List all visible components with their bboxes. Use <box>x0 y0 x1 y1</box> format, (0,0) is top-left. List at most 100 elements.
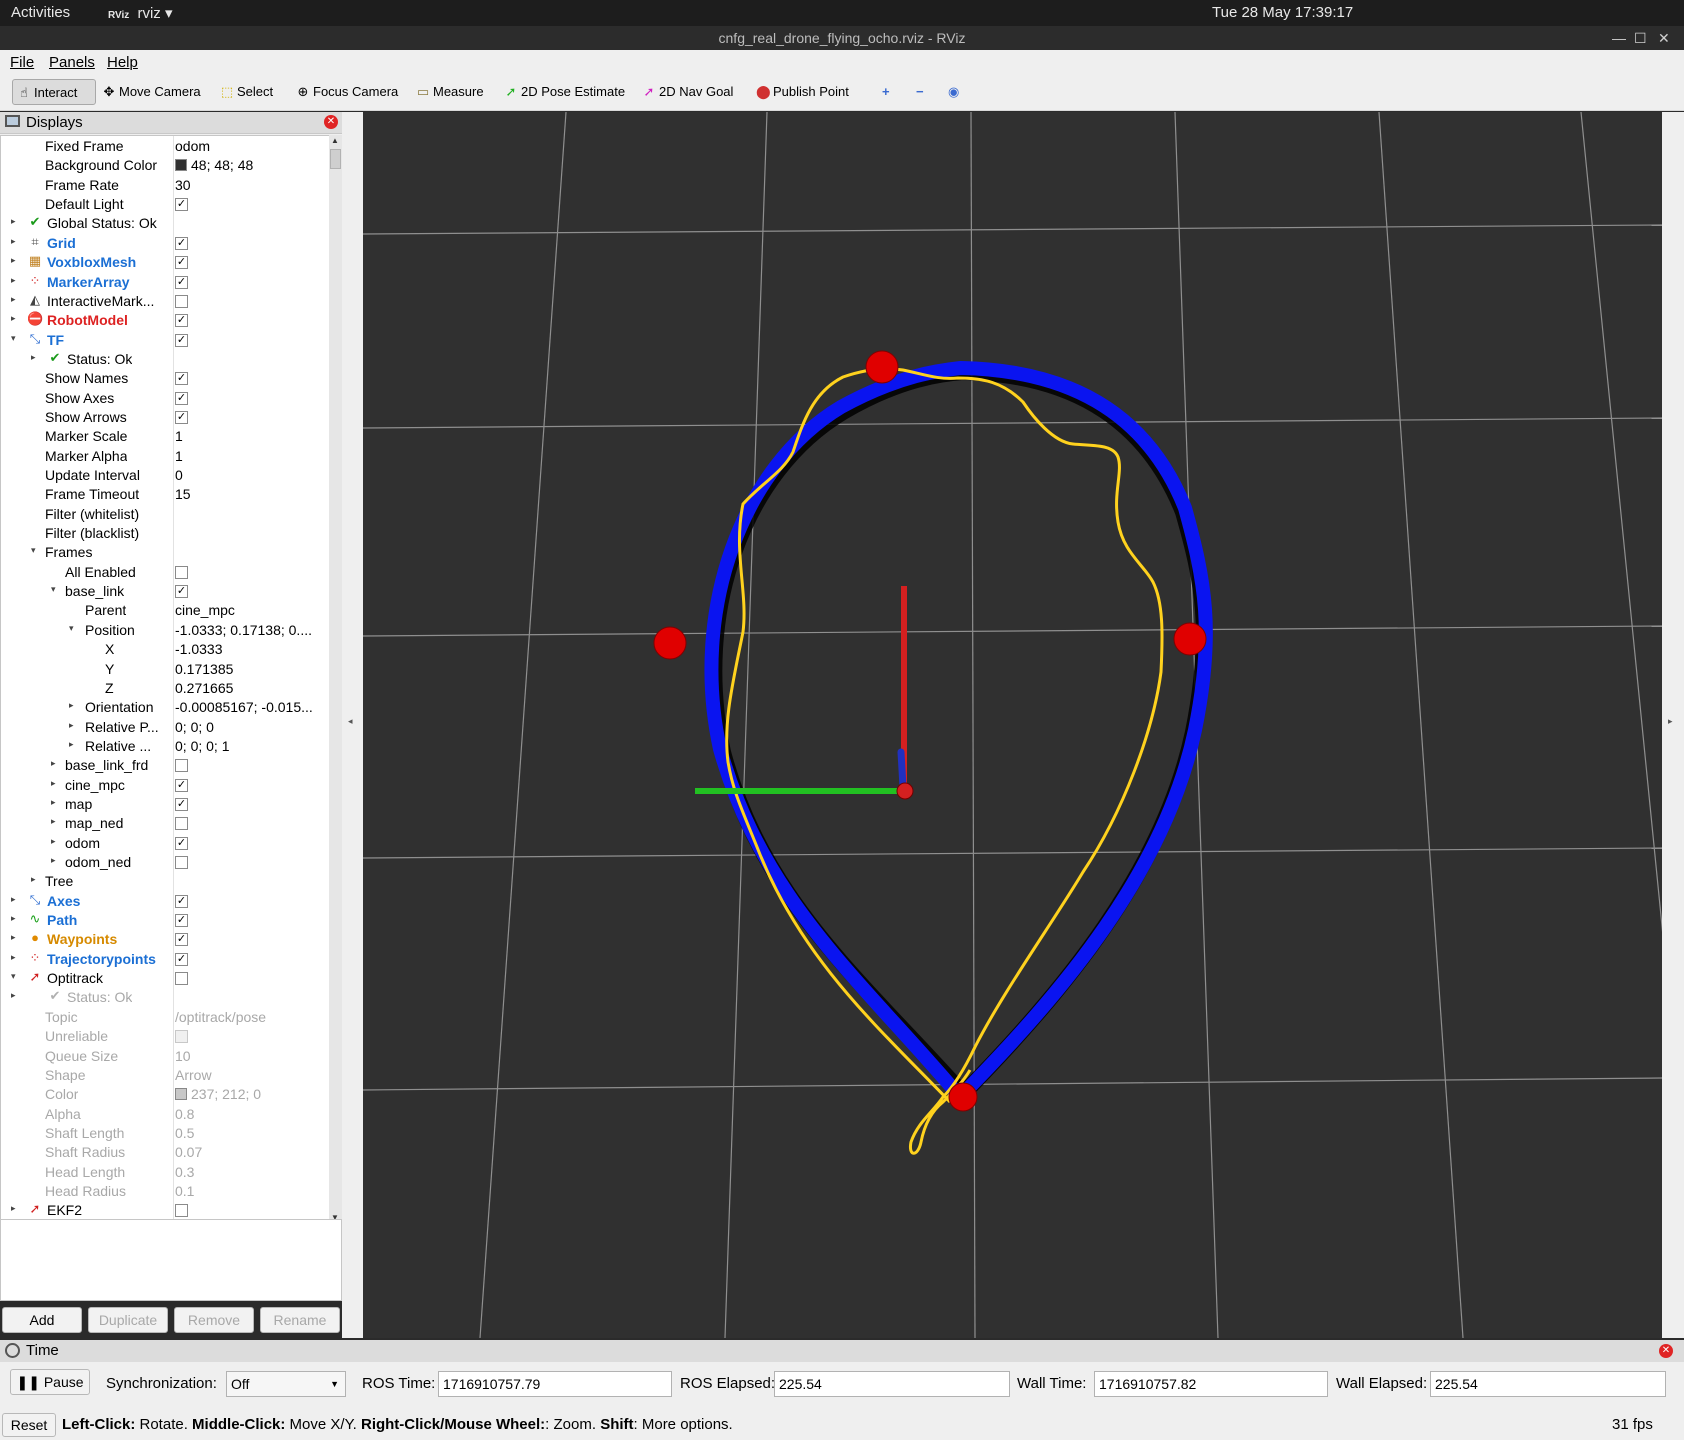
display-row[interactable]: Show Axes ✓ <box>1 389 329 408</box>
display-row-value[interactable]: 237; 212; 0 <box>191 1086 261 1102</box>
display-value-cell[interactable]: 48; 48; 48 <box>175 157 325 173</box>
display-checkbox[interactable]: ✓ <box>175 797 188 811</box>
close-time-panel-icon[interactable]: ✕ <box>1659 1344 1673 1358</box>
expand-arrow-down-icon[interactable]: ▾ <box>11 971 16 982</box>
display-checkbox[interactable]: ✓ <box>175 198 188 212</box>
display-row[interactable]: Head Radius 0.1 <box>1 1182 329 1201</box>
sync-select[interactable]: Off ▼ <box>226 1371 346 1397</box>
display-value-cell[interactable]: 0; 0; 0 <box>175 719 325 735</box>
window-titlebar[interactable]: cnfg_real_drone_flying_ocho.rviz - RViz … <box>0 26 1684 50</box>
display-row[interactable]: Default Light ✓ <box>1 195 329 214</box>
menu-help[interactable]: Help <box>107 54 138 71</box>
display-row[interactable]: ▸ ➚ EKF2 <box>1 1201 329 1220</box>
expand-arrow-right-icon[interactable]: ▸ <box>11 236 16 247</box>
expand-arrow-right-icon[interactable]: ▸ <box>11 313 16 324</box>
display-row[interactable]: ▾ ⤡ TF ✓ <box>1 331 329 350</box>
display-row[interactable]: Parent cine_mpc <box>1 601 329 620</box>
display-row-value[interactable]: -1.0333; 0.17138; 0.... <box>175 622 312 638</box>
expand-arrow-right-icon[interactable]: ▸ <box>69 700 74 711</box>
expand-arrow-right-icon[interactable]: ▸ <box>11 932 16 943</box>
display-row-value[interactable]: 1 <box>175 448 183 464</box>
display-row[interactable]: All Enabled <box>1 563 329 582</box>
expand-arrow-right-icon[interactable]: ▸ <box>51 758 56 769</box>
display-row-value[interactable]: 0.8 <box>175 1106 194 1122</box>
display-row[interactable]: ▸ ✔ Global Status: Ok <box>1 214 329 233</box>
display-row[interactable]: ▸ ● Waypoints ✓ <box>1 930 329 949</box>
display-row-value[interactable]: 0 <box>175 467 183 483</box>
display-checkbox[interactable] <box>175 856 188 869</box>
display-row[interactable]: ▸ ⛔ RobotModel ✓ <box>1 311 329 330</box>
display-value-cell[interactable]: /optitrack/pose <box>175 1009 325 1025</box>
expand-arrow-right-icon[interactable]: ▸ <box>11 952 16 963</box>
display-row-value[interactable]: 10 <box>175 1048 191 1064</box>
display-value-cell[interactable]: 10 <box>175 1048 325 1064</box>
display-row[interactable]: ▸ Orientation -0.00085167; -0.015... <box>1 698 329 717</box>
display-row-value[interactable]: 0; 0; 0 <box>175 719 214 735</box>
display-value-cell[interactable]: -0.00085167; -0.015... <box>175 699 325 715</box>
display-row-value[interactable]: -0.00085167; -0.015... <box>175 699 313 715</box>
display-checkbox[interactable]: ✓ <box>175 952 188 966</box>
display-row-value[interactable]: cine_mpc <box>175 602 235 618</box>
display-checkbox[interactable] <box>175 294 188 308</box>
display-row[interactable]: Color 237; 212; 0 <box>1 1085 329 1104</box>
display-row[interactable]: ▸ odom ✓ <box>1 834 329 853</box>
display-row[interactable]: ▸ ✔ Status: Ok <box>1 988 329 1007</box>
expand-arrow-down-icon[interactable]: ▾ <box>69 623 74 634</box>
display-row[interactable]: ▸ ▦ VoxbloxMesh ✓ <box>1 253 329 272</box>
expand-arrow-right-icon[interactable]: ▸ <box>69 720 74 731</box>
display-row-value[interactable]: 0.1 <box>175 1183 194 1199</box>
display-row-value[interactable]: 30 <box>175 177 191 193</box>
expand-arrow-right-icon[interactable]: ▸ <box>51 816 56 827</box>
display-row[interactable]: Fixed Frame odom <box>1 137 329 156</box>
expand-arrow-right-icon[interactable]: ▸ <box>11 1203 16 1214</box>
expand-arrow-right-icon[interactable]: ▸ <box>11 990 16 1001</box>
display-checkbox[interactable]: ✓ <box>175 256 188 270</box>
reset-button[interactable]: Reset <box>2 1413 56 1437</box>
display-value-cell[interactable]: 0.8 <box>175 1106 325 1122</box>
display-row[interactable]: Shaft Radius 0.07 <box>1 1143 329 1162</box>
display-row-value[interactable]: /optitrack/pose <box>175 1009 266 1025</box>
ros-time-field[interactable]: 1716910757.79 <box>438 1371 672 1397</box>
display-value-cell[interactable]: odom <box>175 138 325 154</box>
expand-arrow-right-icon[interactable]: ▸ <box>51 778 56 789</box>
display-value-cell[interactable]: 0.271665 <box>175 680 325 696</box>
display-row[interactable]: Topic/optitrack/pose <box>1 1008 329 1027</box>
minimize-icon[interactable]: — <box>1612 26 1626 50</box>
display-row[interactable]: ▾ ➚ Optitrack <box>1 969 329 988</box>
expand-arrow-right-icon[interactable]: ▸ <box>11 913 16 924</box>
add-tool-plus-icon[interactable]: + <box>878 79 890 105</box>
scene-canvas[interactable] <box>362 111 1684 1339</box>
tool-interact[interactable]: ☝ Interact <box>12 79 96 105</box>
display-value-cell[interactable]: 0; 0; 0; 1 <box>175 738 325 754</box>
tool-2d-pose-estimate[interactable]: ➚ 2D Pose Estimate <box>500 79 626 105</box>
expand-arrow-right-icon[interactable]: ▸ <box>11 894 16 905</box>
display-value-cell[interactable]: 1 <box>175 428 325 444</box>
tool-measure[interactable]: ▭ Measure <box>412 79 484 105</box>
wall-elapsed-field[interactable]: 225.54 <box>1430 1371 1666 1397</box>
display-row-value[interactable]: 1 <box>175 428 183 444</box>
display-row[interactable]: Shaft Length 0.5 <box>1 1124 329 1143</box>
display-value-cell[interactable]: 1 <box>175 448 325 464</box>
display-row[interactable]: ▸ ◭ InteractiveMark... <box>1 292 329 311</box>
expand-arrow-right-icon[interactable]: ▸ <box>51 836 56 847</box>
tool-publish-point[interactable]: ⬤ Publish Point <box>752 79 849 105</box>
display-row[interactable]: Filter (whitelist) <box>1 505 329 524</box>
display-row[interactable]: Head Length 0.3 <box>1 1163 329 1182</box>
display-row-value[interactable]: 0.171385 <box>175 661 233 677</box>
display-value-cell[interactable]: 15 <box>175 486 325 502</box>
left-splitter[interactable]: ◂ <box>342 112 363 1338</box>
display-value-cell[interactable]: -1.0333 <box>175 641 325 657</box>
display-row[interactable]: ▸ map_ned <box>1 814 329 833</box>
tree-scrollbar[interactable]: ▲ ▼ <box>329 135 342 1225</box>
display-row-value[interactable]: 15 <box>175 486 191 502</box>
display-row-value[interactable]: Arrow <box>175 1067 212 1083</box>
expand-arrow-right-icon[interactable]: ▸ <box>51 797 56 808</box>
view-eye-icon[interactable]: ◉ <box>944 79 959 105</box>
close-panel-icon[interactable]: ✕ <box>324 115 338 129</box>
expand-arrow-right-icon[interactable]: ▸ <box>31 352 36 363</box>
display-checkbox[interactable] <box>175 565 188 579</box>
display-checkbox[interactable]: ✓ <box>175 585 188 599</box>
expand-arrow-right-icon[interactable]: ▸ <box>51 855 56 866</box>
scroll-up-icon[interactable]: ▲ <box>331 136 339 145</box>
display-row[interactable]: ▸ map ✓ <box>1 795 329 814</box>
